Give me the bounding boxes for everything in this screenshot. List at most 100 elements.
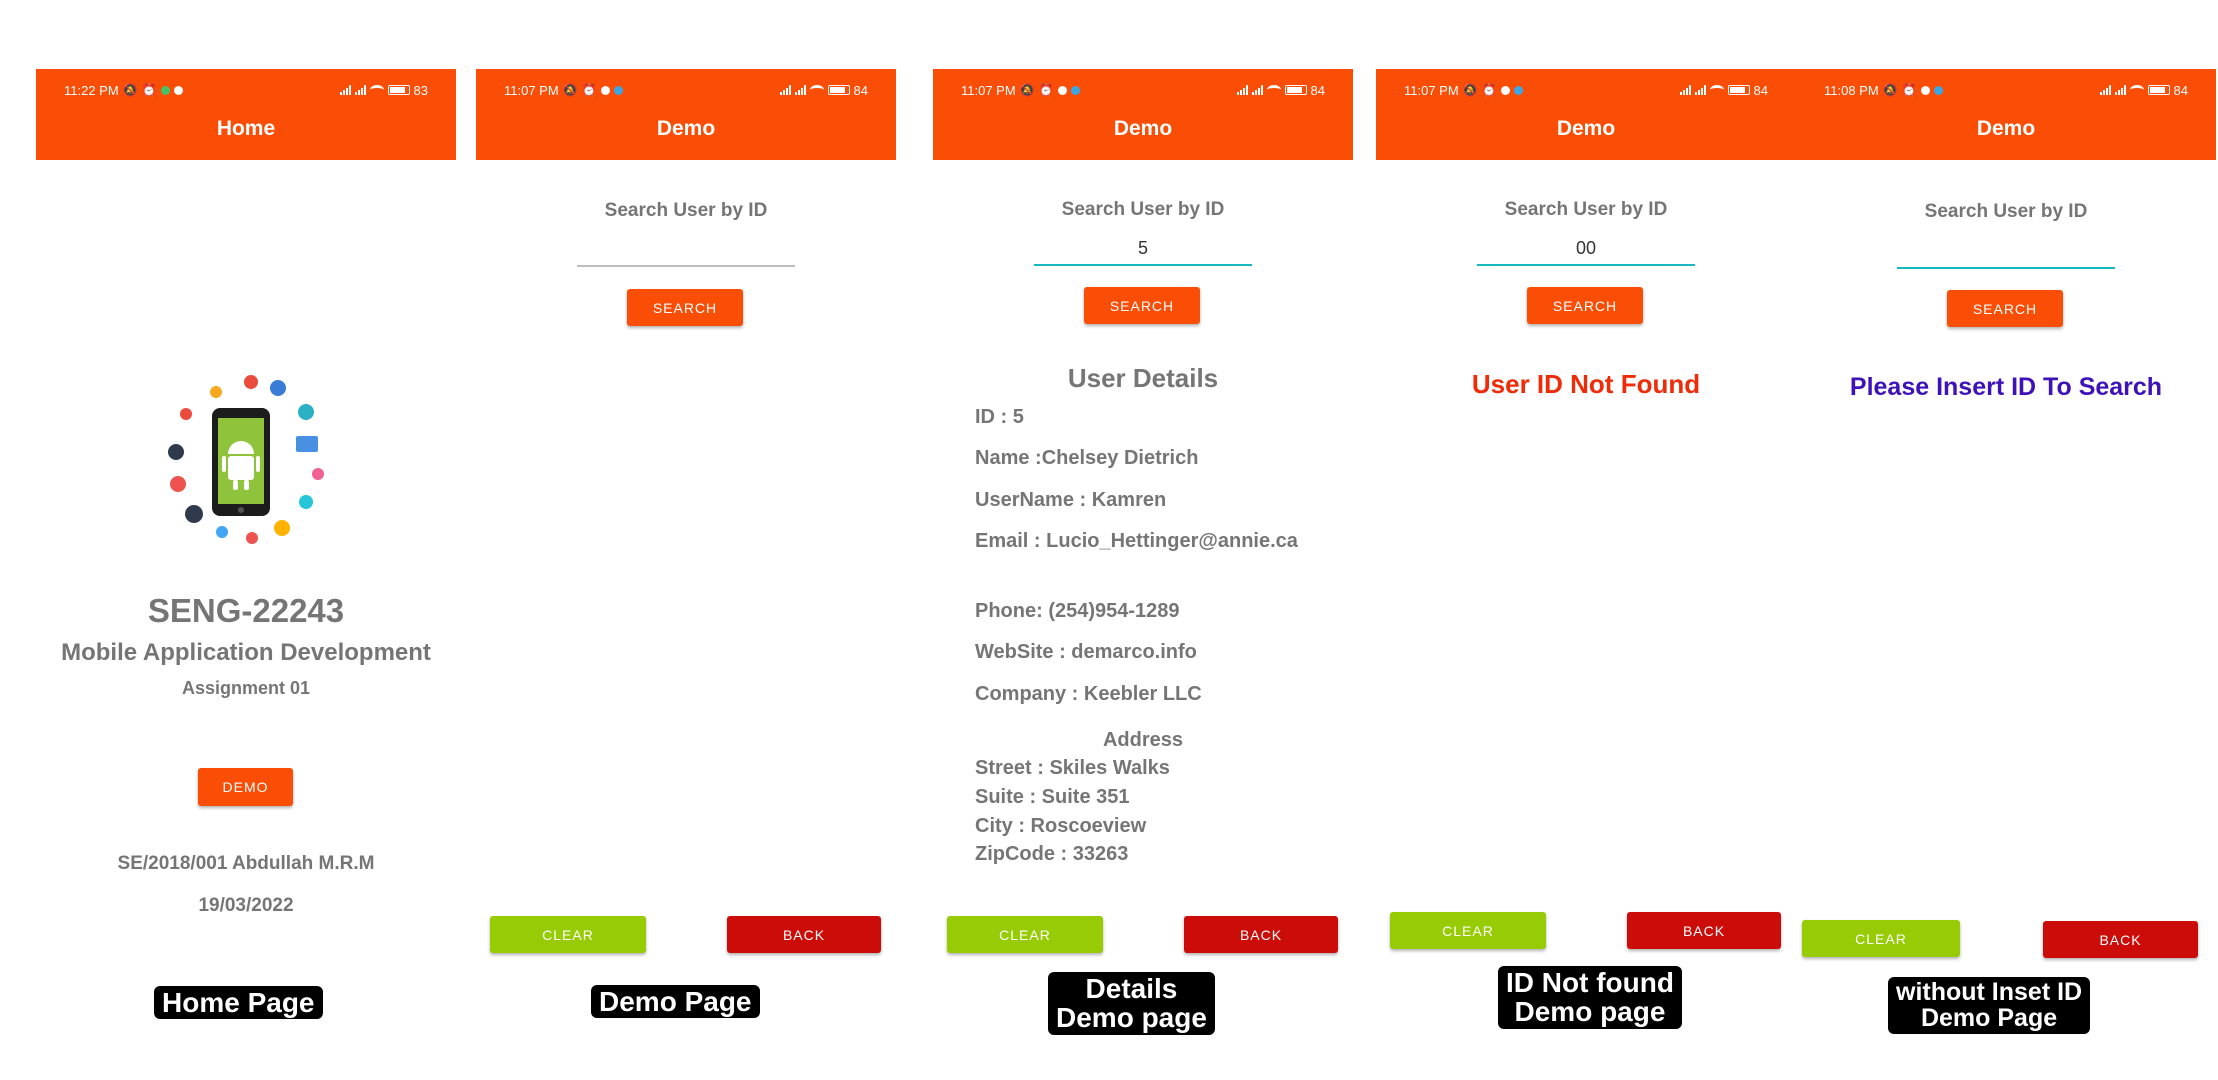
android-logo-image xyxy=(168,375,324,544)
chrome-icon xyxy=(1500,85,1510,95)
address-street: Street : Skiles Walks xyxy=(975,757,1170,779)
user-company: Company : Keebler LLC xyxy=(975,683,1202,705)
mute-icon: 🔕 xyxy=(1882,83,1898,97)
app-bar: 11:07 PM 🔕 ⏰ 84 Demo xyxy=(1376,69,1796,160)
status-time: 11:07 PM xyxy=(504,82,559,98)
not-found-screen: 11:07 PM 🔕 ⏰ 84 Demo Search User by ID 0… xyxy=(1376,69,1796,962)
alarm-icon: ⏰ xyxy=(141,83,157,97)
battery-level: 84 xyxy=(853,82,868,98)
telegram-icon xyxy=(1070,85,1080,95)
search-input[interactable]: 5 xyxy=(1034,238,1252,266)
search-label: Search User by ID xyxy=(1061,199,1225,220)
search-button[interactable]: SEARCH xyxy=(1947,290,2063,327)
battery-icon xyxy=(827,85,850,95)
alarm-icon: ⏰ xyxy=(1901,83,1917,97)
whatsapp-icon xyxy=(160,85,170,95)
caption-not-found: ID Not found Demo page xyxy=(1498,966,1682,1029)
insert-id-message: Please Insert ID To Search xyxy=(1849,373,2163,401)
caption-line: Demo Page xyxy=(1920,1004,2058,1033)
app-bar: 11:22 PM 🔕 ⏰ 83 Home xyxy=(36,69,456,160)
status-bar: 11:07 PM 🔕 ⏰ 84 xyxy=(961,79,1325,101)
alarm-icon: ⏰ xyxy=(581,83,597,97)
search-label: Search User by ID xyxy=(1924,201,2088,222)
chrome-icon xyxy=(1057,85,1067,95)
address-heading: Address xyxy=(1102,729,1184,751)
clear-button[interactable]: CLEAR xyxy=(947,916,1103,953)
search-label: Search User by ID xyxy=(604,200,768,221)
student-info: SE/2018/001 Abdullah M.R.M xyxy=(117,853,375,874)
status-time: 11:22 PM xyxy=(64,82,119,98)
app-title: Demo xyxy=(1976,117,2036,140)
user-details-heading: User Details xyxy=(1067,363,1219,393)
search-button[interactable]: SEARCH xyxy=(1084,287,1200,324)
user-phone: Phone: (254)954-1289 xyxy=(975,600,1180,622)
caption-line: Demo page xyxy=(1514,996,1666,1028)
back-button[interactable]: BACK xyxy=(1627,912,1781,949)
status-bar: 11:07 PM 🔕 ⏰ 84 xyxy=(1404,79,1768,101)
assignment-label: Assignment 01 xyxy=(181,678,311,698)
signal-icon xyxy=(2099,85,2111,95)
wifi-icon xyxy=(2129,85,2144,95)
signal-icon xyxy=(779,85,791,95)
search-label: Search User by ID xyxy=(1504,199,1668,220)
status-bar: 11:07 PM 🔕 ⏰ 84 xyxy=(504,79,868,101)
telegram-icon xyxy=(1933,85,1943,95)
search-button[interactable]: SEARCH xyxy=(627,289,743,326)
search-input[interactable] xyxy=(577,239,795,267)
demo-button[interactable]: DEMO xyxy=(198,768,293,806)
battery-level: 84 xyxy=(2173,82,2188,98)
caption-home: Home Page xyxy=(154,986,323,1020)
signal-icon xyxy=(339,85,351,95)
battery-icon xyxy=(1284,85,1307,95)
battery-level: 84 xyxy=(1753,82,1768,98)
app-title: Demo xyxy=(1556,117,1616,140)
search-input[interactable] xyxy=(1897,241,2115,269)
caption-demo: Demo Page xyxy=(591,985,760,1019)
caption-line: Demo page xyxy=(1056,1002,1207,1034)
back-button[interactable]: BACK xyxy=(727,916,881,953)
details-screen: 11:07 PM 🔕 ⏰ 84 Demo Search User by ID 5… xyxy=(933,69,1353,962)
back-button[interactable]: BACK xyxy=(2043,921,2198,958)
app-bar: 11:07 PM 🔕 ⏰ 84 Demo xyxy=(476,69,896,160)
wifi-icon xyxy=(1266,85,1281,95)
telegram-icon xyxy=(1513,85,1523,95)
app-title: Demo xyxy=(1113,117,1173,140)
search-input[interactable]: 00 xyxy=(1477,238,1695,266)
clear-button[interactable]: CLEAR xyxy=(1390,912,1546,949)
demo-screen: 11:07 PM 🔕 ⏰ 84 Demo Search User by ID S… xyxy=(476,69,896,962)
caption-line: Details xyxy=(1085,973,1178,1004)
address-suite: Suite : Suite 351 xyxy=(975,786,1130,808)
clear-button[interactable]: CLEAR xyxy=(1802,920,1960,957)
caption-details: Details Demo page xyxy=(1048,972,1215,1035)
user-email: Email : Lucio_Hettinger@annie.ca xyxy=(975,530,1298,552)
battery-level: 83 xyxy=(413,82,428,98)
signal-icon xyxy=(1251,85,1263,95)
alarm-icon: ⏰ xyxy=(1038,83,1054,97)
signal-icon xyxy=(1694,85,1706,95)
address-city: City : Roscoeview xyxy=(975,815,1147,837)
alarm-icon: ⏰ xyxy=(1481,83,1497,97)
clear-button[interactable]: CLEAR xyxy=(490,916,646,953)
battery-icon xyxy=(1727,85,1750,95)
status-bar: 11:08 PM 🔕 ⏰ 84 xyxy=(1824,79,2188,101)
battery-icon xyxy=(387,85,410,95)
app-title: Demo xyxy=(656,117,716,140)
signal-icon xyxy=(1236,85,1248,95)
caption-line: ID Not found xyxy=(1506,967,1674,998)
signal-icon xyxy=(794,85,806,95)
course-code: SENG-22243 xyxy=(147,592,345,629)
user-username: UserName : Kamren xyxy=(975,489,1167,511)
date-label: 19/03/2022 xyxy=(198,895,294,916)
mute-icon: 🔕 xyxy=(122,83,138,97)
search-button[interactable]: SEARCH xyxy=(1527,287,1643,324)
status-time: 11:07 PM xyxy=(1404,82,1459,98)
status-time: 11:07 PM xyxy=(961,82,1016,98)
course-name: Mobile Application Development xyxy=(61,639,431,666)
chrome-icon xyxy=(600,85,610,95)
back-button[interactable]: BACK xyxy=(1184,916,1338,953)
telegram-icon xyxy=(613,85,623,95)
home-screen: 11:22 PM 🔕 ⏰ 83 Home SENG-22243 Mobile A… xyxy=(36,69,456,962)
app-title: Home xyxy=(216,117,276,140)
mute-icon: 🔕 xyxy=(1462,83,1478,97)
address-zipcode: ZipCode : 33263 xyxy=(975,843,1129,865)
